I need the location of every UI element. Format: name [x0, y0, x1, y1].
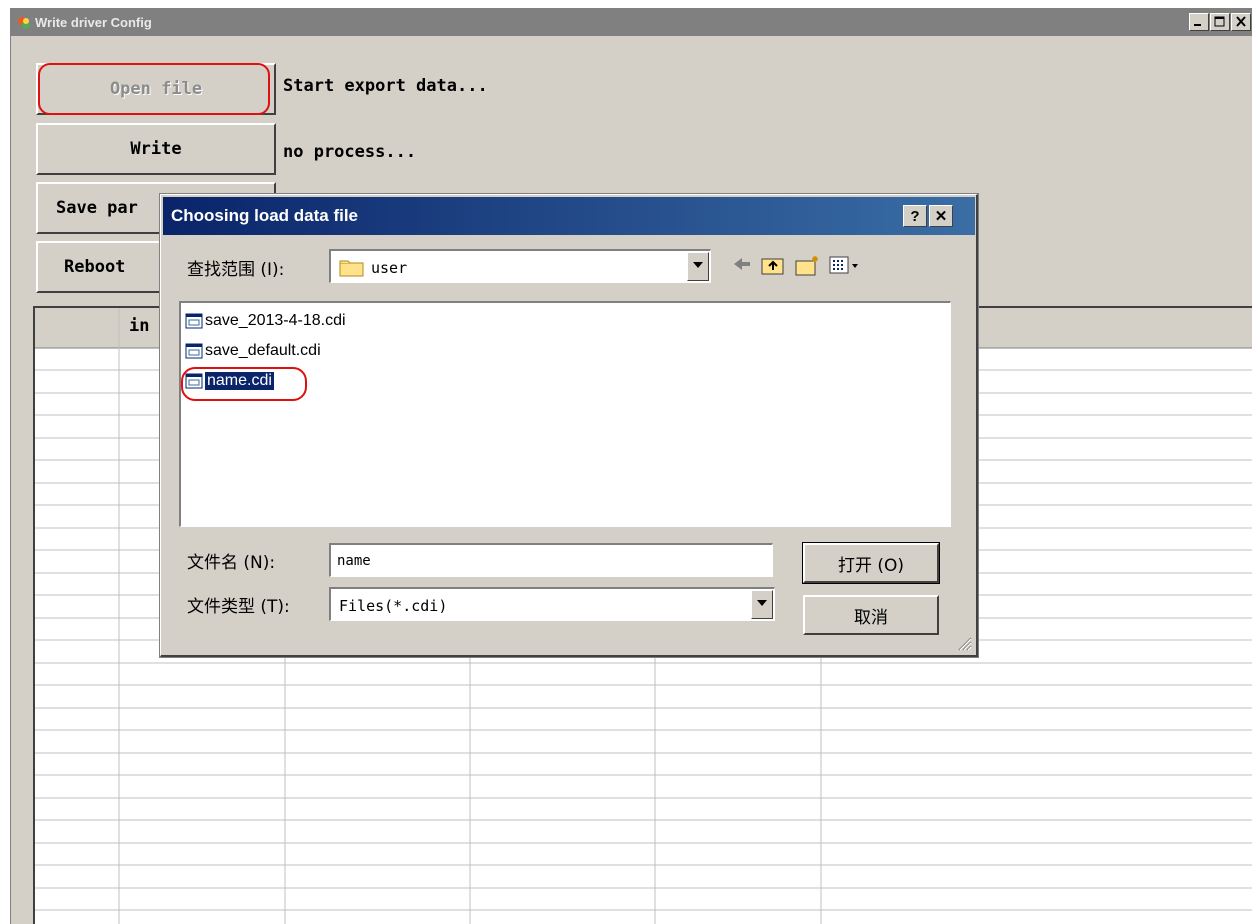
look-in-dropdown-button[interactable] [687, 252, 709, 281]
window-controls [1188, 13, 1251, 31]
close-icon: ✕ [934, 208, 948, 225]
file-icon [185, 343, 203, 359]
filetype-dropdown-button[interactable] [751, 590, 773, 619]
dialog-title: Choosing load data file [171, 206, 359, 225]
file-icon [185, 313, 203, 329]
resize-grip-icon[interactable] [956, 635, 972, 651]
minimize-icon [1194, 24, 1201, 26]
help-button[interactable]: ? [903, 205, 927, 227]
close-icon [1236, 16, 1246, 27]
maximize-icon [1214, 16, 1225, 27]
minimize-button[interactable] [1189, 13, 1209, 31]
selected-file-highlight-ring [181, 367, 307, 401]
app-icon [18, 17, 30, 29]
write-button[interactable]: Write [36, 123, 276, 175]
file-list[interactable]: save_2013-4-18.cdi save_default.cdi name.c… [179, 301, 951, 527]
file-item[interactable]: save_2013-4-18.cdi [185, 309, 346, 333]
filetype-label: 文件类型 (T): [187, 597, 290, 617]
close-button[interactable] [1231, 13, 1251, 31]
filetype-value: Files(*.cdi) [339, 597, 448, 615]
open-file-dialog: Choosing load data file ? ✕ 查找范围 (I): us… [160, 194, 978, 657]
maximize-button[interactable] [1210, 13, 1230, 31]
status-line-1: Start export data... [283, 76, 488, 96]
filetype-select[interactable]: Files(*.cdi) [329, 587, 775, 621]
new-folder-icon[interactable] [795, 254, 821, 276]
cancel-button[interactable]: 取消 [803, 595, 939, 635]
grid-column-header-2: in [129, 316, 150, 336]
file-name: save_default.cdi [205, 342, 321, 359]
file-item[interactable]: save_default.cdi [185, 339, 321, 363]
open-file-highlight-ring [38, 63, 270, 115]
view-menu-icon[interactable] [829, 254, 859, 276]
look-in-label: 查找范围 (I): [187, 260, 285, 280]
dialog-close-button[interactable]: ✕ [929, 205, 953, 227]
status-line-2: no process... [283, 142, 417, 162]
look-in-value: user [371, 259, 408, 277]
file-name: save_2013-4-18.cdi [205, 312, 346, 329]
open-button[interactable]: 打开 (O) [802, 542, 940, 584]
main-title-bar[interactable]: Write driver Config [11, 8, 1252, 36]
folder-icon [339, 260, 364, 277]
look-in-select[interactable]: user [329, 249, 711, 283]
help-icon: ? [910, 207, 920, 225]
up-folder-icon[interactable] [761, 254, 785, 276]
back-arrow-icon[interactable] [731, 254, 753, 274]
dialog-title-bar[interactable]: Choosing load data file ? ✕ [163, 197, 975, 235]
filename-label: 文件名 (N): [187, 553, 276, 573]
filename-input[interactable]: name [329, 543, 773, 577]
main-window-title: Write driver Config [35, 15, 152, 30]
